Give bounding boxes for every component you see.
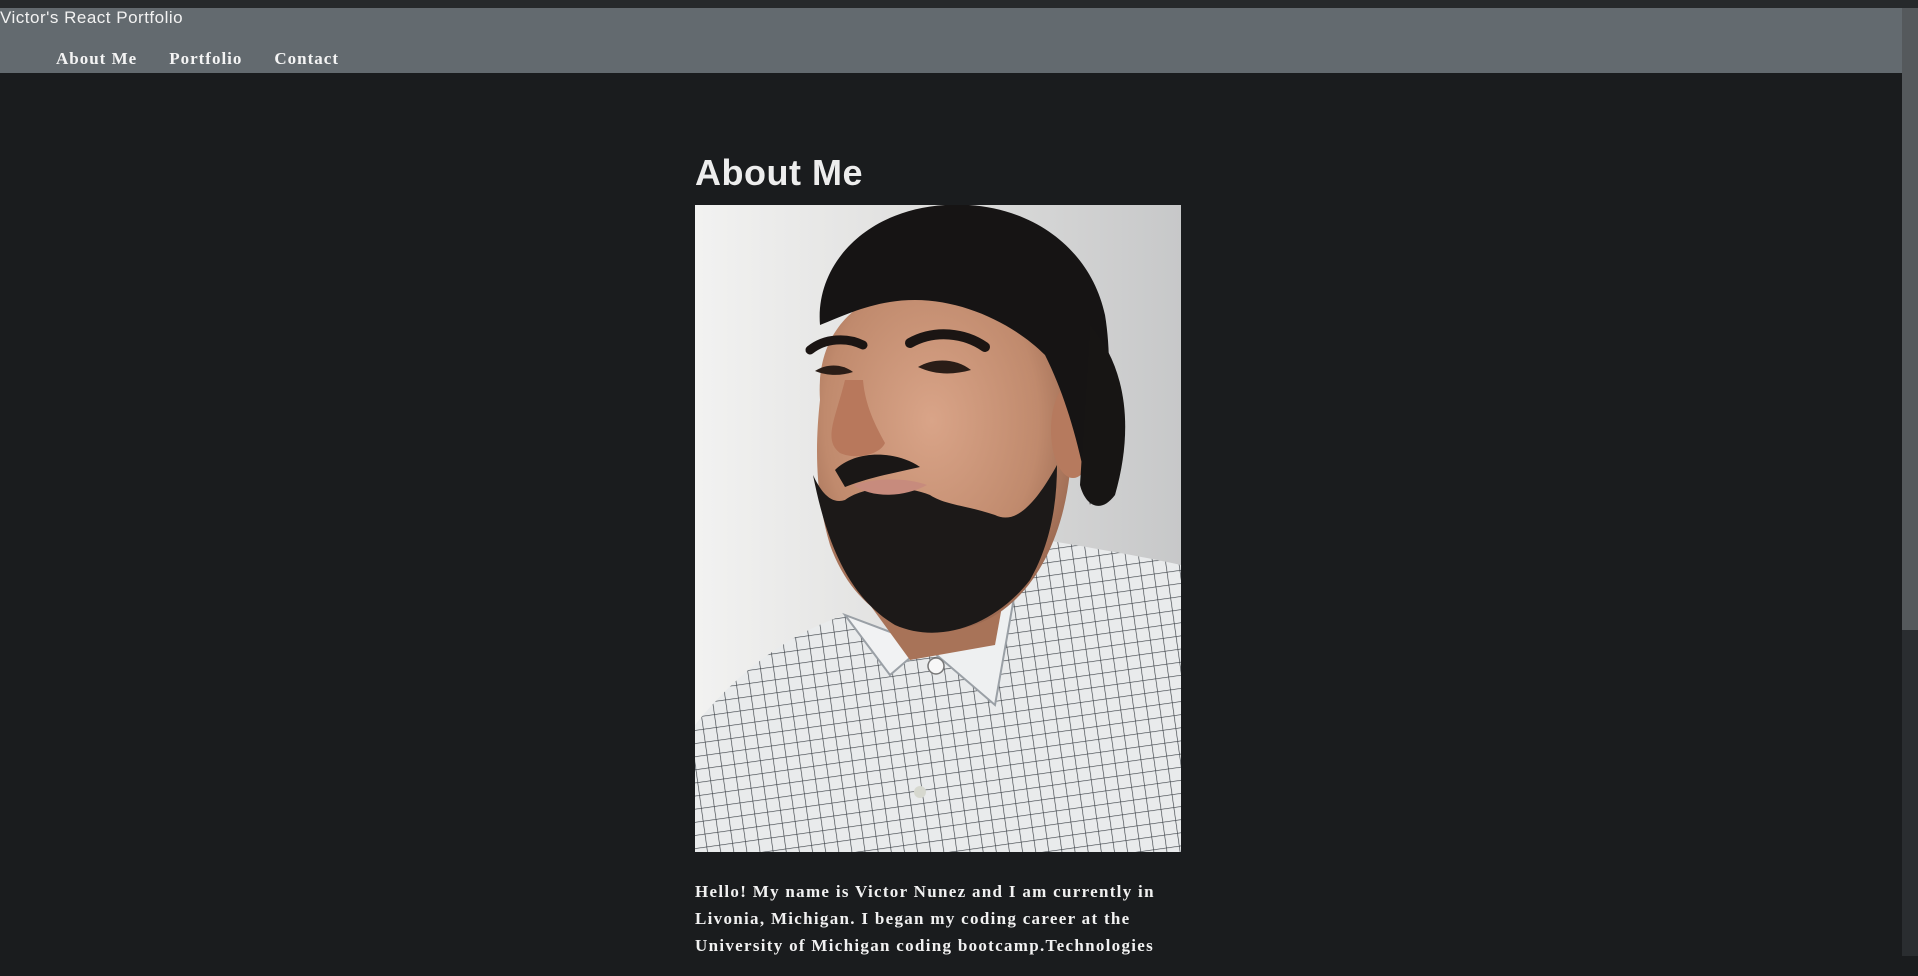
bio-paragraph: Hello! My name is Victor Nunez and I am …: [695, 882, 1155, 955]
site-header: Victor's React Portfolio About Me Portfo…: [0, 8, 1902, 73]
main-nav: About Me Portfolio Contact: [56, 49, 371, 69]
about-section: About Me Hello! My name is Victor Nunez …: [695, 146, 1215, 976]
site-title[interactable]: Victor's React Portfolio: [0, 8, 183, 28]
window-top-strip: [0, 0, 1918, 8]
nav-link-about-me[interactable]: About Me: [56, 49, 137, 69]
scrollbar-thumb[interactable]: [1902, 8, 1918, 630]
profile-photo: [695, 205, 1181, 852]
nav-link-contact[interactable]: Contact: [274, 49, 339, 69]
page-title: About Me: [695, 152, 863, 193]
nav-link-portfolio[interactable]: Portfolio: [169, 49, 242, 69]
